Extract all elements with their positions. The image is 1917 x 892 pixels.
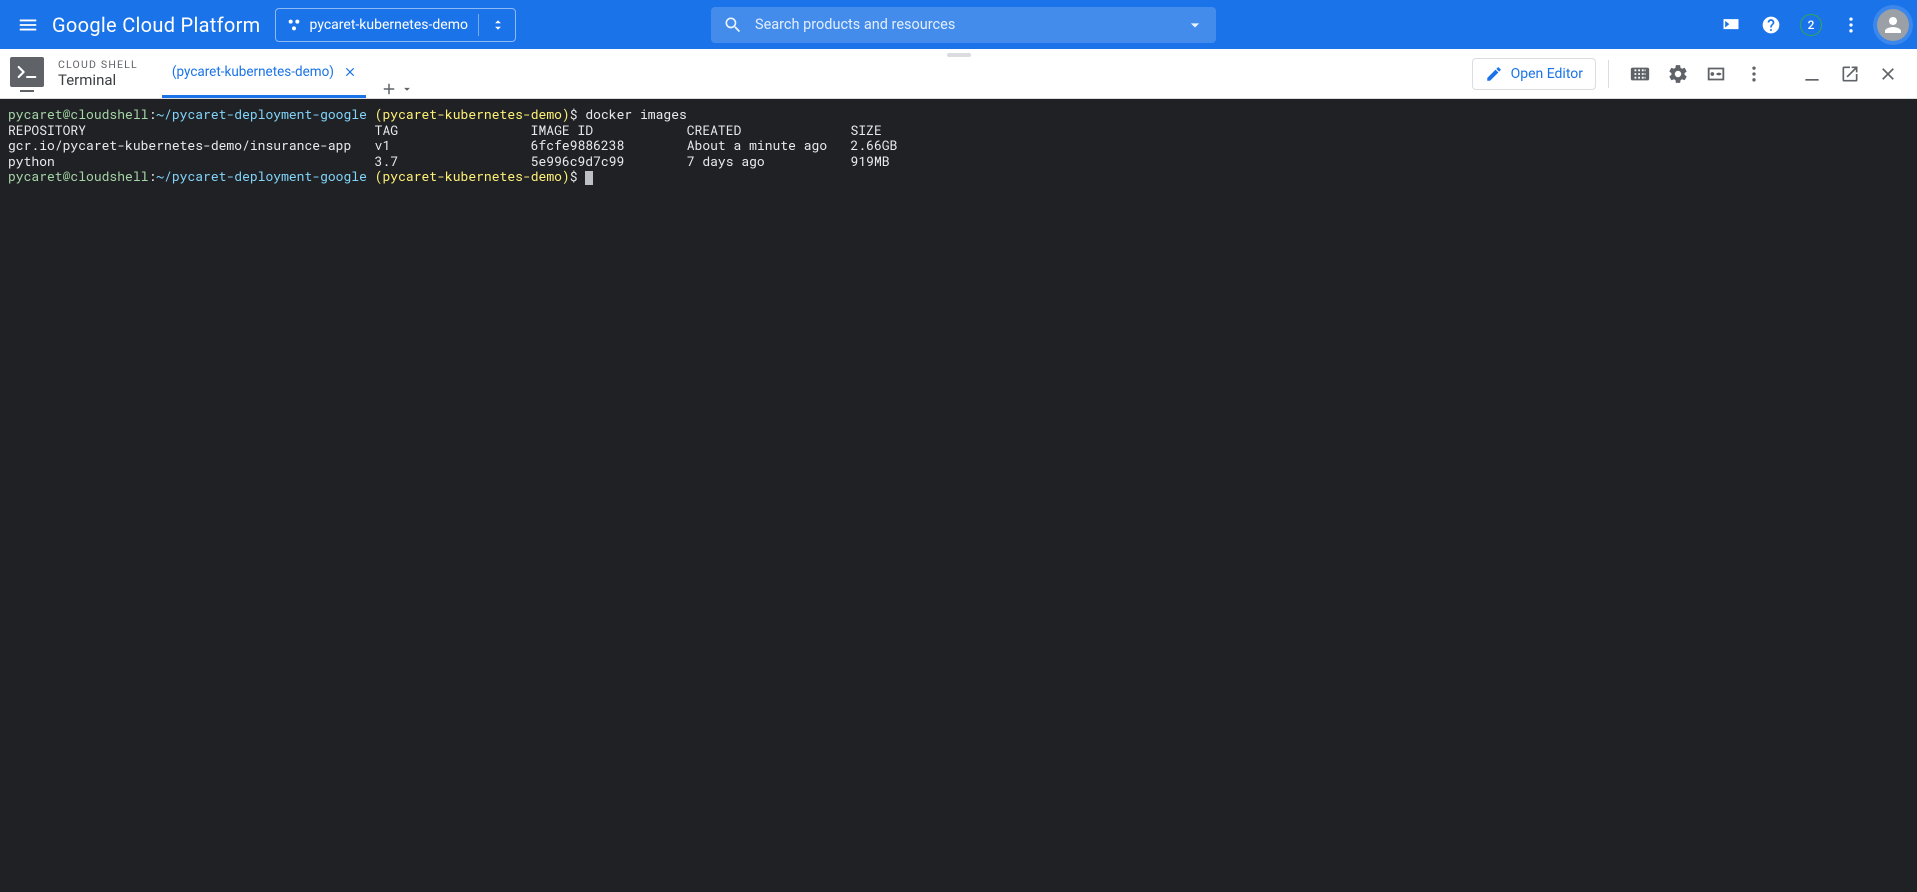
tab-label: (pycaret-kubernetes-demo) <box>172 64 334 80</box>
header-right: 2 <box>1711 5 1909 45</box>
more-vert-icon[interactable] <box>1735 55 1773 93</box>
terminal-icon <box>10 57 44 87</box>
cloud-shell-toolbar: CLOUD SHELL Terminal (pycaret-kubernetes… <box>0 49 1917 99</box>
chevrons-up-down-icon <box>489 14 507 36</box>
minimize-icon[interactable] <box>1793 55 1831 93</box>
prompt-project: (pycaret-kubernetes-demo) <box>375 167 570 185</box>
new-tab-button[interactable] <box>374 80 420 98</box>
cloud-shell-subtitle: CLOUD SHELL <box>58 58 138 71</box>
help-icon[interactable] <box>1751 5 1791 45</box>
cursor <box>585 171 593 185</box>
terminal-tab-active[interactable]: (pycaret-kubernetes-demo) <box>162 49 366 98</box>
open-editor-button[interactable]: Open Editor <box>1472 58 1596 90</box>
keyboard-icon[interactable] <box>1621 55 1659 93</box>
search-bar[interactable]: Search products and resources <box>711 7 1216 43</box>
notifications-button[interactable]: 2 <box>1791 5 1831 45</box>
prompt-path: ~/pycaret-deployment-google <box>156 167 367 185</box>
project-selector[interactable]: pycaret-kubernetes-demo <box>275 8 516 42</box>
cloud-shell-title: Terminal <box>58 71 138 89</box>
open-editor-label: Open Editor <box>1511 66 1583 82</box>
close-icon[interactable] <box>342 64 358 80</box>
more-vert-icon[interactable] <box>1831 5 1871 45</box>
pencil-icon <box>1485 65 1503 83</box>
project-name: pycaret-kubernetes-demo <box>310 17 468 33</box>
open-in-new-icon[interactable] <box>1831 55 1869 93</box>
prompt-dollar: $ <box>570 167 578 185</box>
cloud-shell-toggle-icon[interactable] <box>1711 5 1751 45</box>
gcp-header: Google Cloud Platform pycaret-kubernetes… <box>0 0 1917 49</box>
separator <box>1608 60 1609 88</box>
chevron-down-icon[interactable] <box>400 82 414 96</box>
prompt-user: pycaret@cloudshell <box>8 167 148 185</box>
web-preview-icon[interactable] <box>1697 55 1735 93</box>
terminal-output[interactable]: pycaret@cloudshell:~/pycaret-deployment-… <box>0 99 1917 892</box>
notification-badge: 2 <box>1800 14 1822 36</box>
search-placeholder: Search products and resources <box>755 16 1174 33</box>
terminal-tabs: (pycaret-kubernetes-demo) <box>138 49 420 98</box>
search-icon <box>711 7 755 43</box>
divider <box>478 14 479 36</box>
close-icon[interactable] <box>1869 55 1907 93</box>
hamburger-menu-icon[interactable] <box>8 5 48 45</box>
drag-handle[interactable] <box>947 53 971 57</box>
gear-icon[interactable] <box>1659 55 1697 93</box>
gcp-logo[interactable]: Google Cloud Platform <box>48 13 275 37</box>
account-avatar[interactable] <box>1877 9 1909 41</box>
project-icon <box>286 17 302 33</box>
chevron-down-icon[interactable] <box>1174 7 1216 43</box>
